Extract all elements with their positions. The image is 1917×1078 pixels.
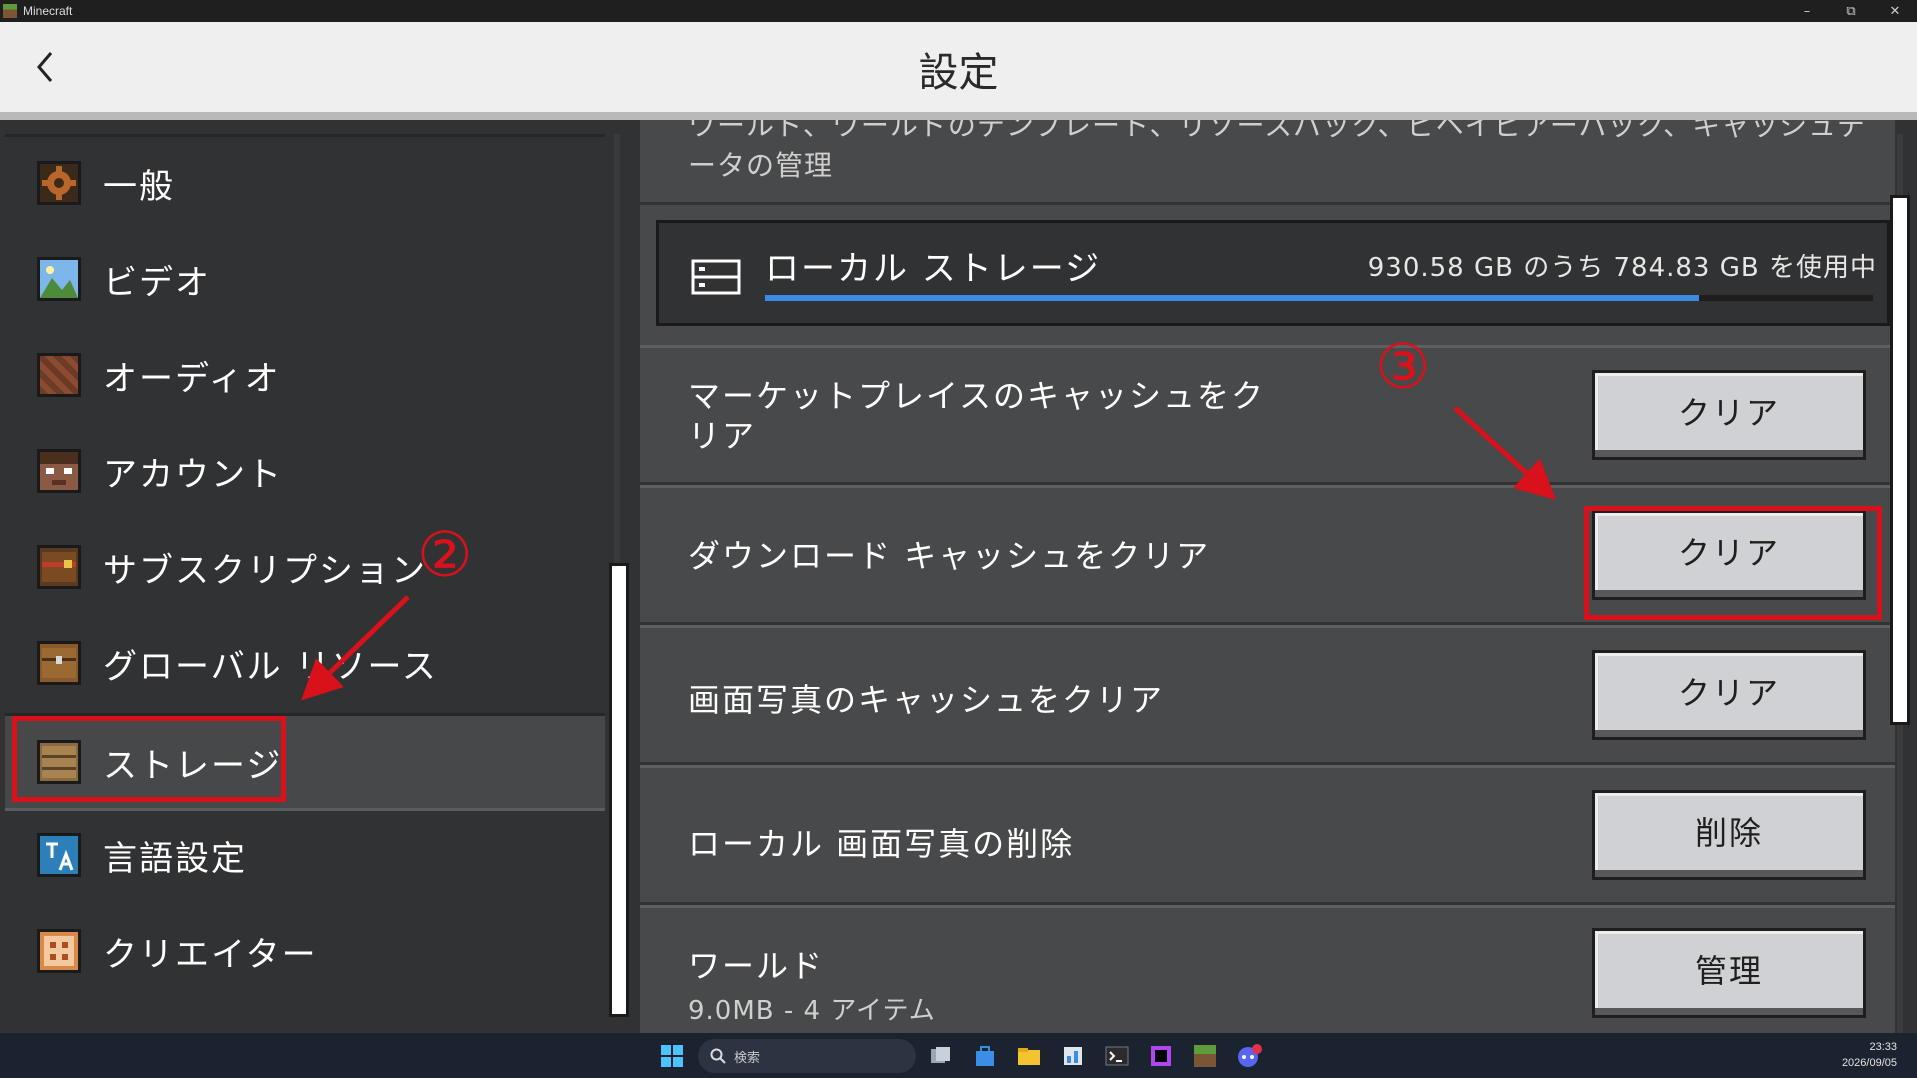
sidebar-item-label: 一般 (103, 166, 175, 207)
landscape-icon (37, 257, 81, 301)
windows-start-icon[interactable] (658, 1042, 686, 1070)
storage-highlight-box (12, 716, 286, 802)
delete-local-screenshots-row: ローカル 画面写真の削除 削除 (640, 765, 1895, 905)
clear-screenshot-cache-button[interactable]: クリア (1592, 650, 1866, 740)
windows-taskbar: 検索 23:33 2026/09/05 (0, 1033, 1917, 1078)
file-explorer-icon[interactable] (1015, 1042, 1043, 1070)
step-3-marker: ③ (1375, 330, 1431, 403)
clock-date: 2026/09/05 (1841, 1057, 1897, 1069)
minimize-button[interactable]: – (1785, 0, 1829, 22)
clear-marketplace-cache-button[interactable]: クリア (1592, 370, 1866, 460)
window-titlebar: Minecraft – ⧉ ✕ (0, 0, 1917, 22)
sidebar-item-label: アカウント (103, 454, 283, 495)
task-view-icon[interactable] (927, 1042, 955, 1070)
window-title: Minecraft (23, 4, 73, 18)
language-icon (37, 833, 81, 877)
creator-icon (37, 929, 81, 973)
control-panel-icon[interactable] (1059, 1042, 1087, 1070)
store-icon[interactable] (971, 1042, 999, 1070)
noteblock-icon (37, 353, 81, 397)
system-clock[interactable]: 23:33 2026/09/05 (1842, 1039, 1897, 1071)
gear-icon (37, 161, 81, 205)
restore-button[interactable]: ⧉ (1829, 0, 1873, 22)
discord-icon[interactable] (1235, 1042, 1263, 1070)
chest-icon (37, 641, 81, 685)
worlds-row: ワールド 9.0MB - 4 アイテム 管理 (640, 905, 1895, 1033)
search-placeholder: 検索 (734, 1050, 761, 1066)
row-label: マーケットプレイスのキャッシュをクリア (688, 377, 1266, 455)
local-storage-card: ローカル ストレージ 930.58 GB のうち 784.83 GB を使用中 (656, 220, 1890, 326)
storage-description: ワールド、ワールドのテンプレート、リソースパック、ビヘイビアーパック、キャッシュ… (640, 120, 1890, 205)
sidebar-item-video[interactable]: ビデオ (5, 233, 605, 325)
sidebar-item-label: グローバル リソース (103, 646, 438, 687)
clock-time: 23:33 (1869, 1041, 1897, 1053)
sidebar-item-label: クリエイター (103, 934, 318, 975)
sidebar-item-account[interactable]: アカウント (5, 425, 605, 517)
phpstorm-icon[interactable] (1147, 1042, 1175, 1070)
sidebar-item-label: サブスクリプション (103, 550, 427, 591)
taskbar-search-box[interactable]: 検索 (698, 1039, 916, 1073)
sidebar-scrollbar-thumb[interactable] (609, 563, 629, 1017)
download-cache-highlight-box (1584, 506, 1882, 620)
steve-face-icon (37, 449, 81, 493)
sidebar-item-language[interactable]: 言語設定 (5, 809, 605, 901)
sidebar-item-audio[interactable]: オーディオ (5, 329, 605, 421)
search-icon (710, 1048, 726, 1064)
row-label: ローカル 画面写真の削除 (688, 825, 1075, 863)
delete-local-screenshots-button[interactable]: 削除 (1592, 790, 1866, 880)
step-2-marker: ② (417, 518, 473, 591)
sidebar-item-label: ビデオ (103, 262, 211, 303)
sidebar-item-general[interactable]: 一般 (5, 137, 605, 229)
sidebar-item-label: オーディオ (103, 358, 281, 399)
close-button[interactable]: ✕ (1873, 0, 1917, 22)
settings-header: 設定 (0, 22, 1917, 120)
row-label: ワールド (688, 947, 825, 985)
minecraft-taskbar-icon[interactable] (1191, 1042, 1219, 1070)
storage-description-text: ワールド、ワールドのテンプレート、リソースパック、ビヘイビアーパック、キャッシュ… (688, 120, 1867, 182)
storage-usage-fill (765, 295, 1700, 301)
minecraft-app-icon (3, 4, 17, 18)
clear-marketplace-cache-row: マーケットプレイスのキャッシュをクリア クリア (640, 345, 1895, 485)
row-label: ダウンロード キャッシュをクリア (688, 537, 1211, 575)
drive-icon (691, 259, 741, 295)
manage-worlds-button[interactable]: 管理 (1592, 928, 1866, 1018)
window-controls: – ⧉ ✕ (1785, 0, 1917, 22)
sidebar-item-label: 言語設定 (103, 838, 247, 879)
terminal-icon[interactable] (1103, 1042, 1131, 1070)
storage-usage-bar (765, 295, 1873, 301)
sidebar-item-global-resources[interactable]: グローバル リソース (5, 617, 605, 709)
row-sublabel: 9.0MB - 4 アイテム (688, 996, 936, 1026)
page-title: 設定 (918, 50, 999, 96)
realms-chest-icon (37, 545, 81, 589)
clear-screenshot-cache-row: 画面写真のキャッシュをクリア クリア (640, 625, 1895, 765)
main-scrollbar-thumb[interactable] (1890, 195, 1910, 725)
sidebar-item-subscription[interactable]: サブスクリプション (5, 521, 605, 613)
sidebar-item-creator[interactable]: クリエイター (5, 905, 605, 997)
row-label: 画面写真のキャッシュをクリア (688, 681, 1165, 719)
storage-usage-text: 930.58 GB のうち 784.83 GB を使用中 (1367, 253, 1877, 283)
local-storage-label: ローカル ストレージ (765, 249, 1102, 289)
